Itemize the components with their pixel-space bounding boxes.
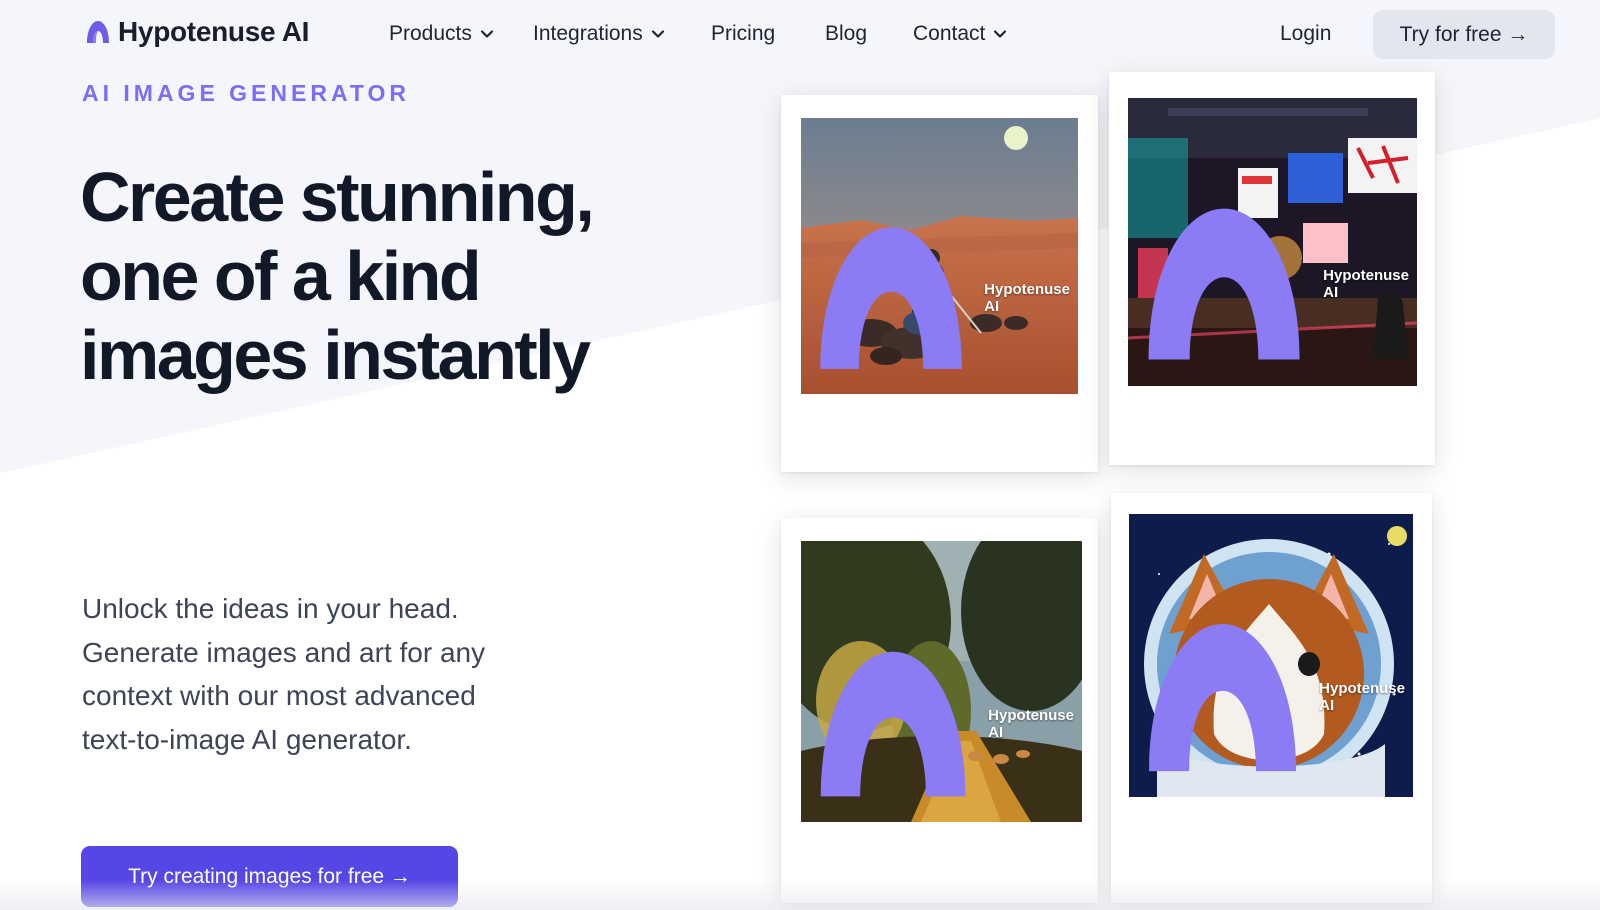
nav-blog-label: Blog — [825, 22, 868, 45]
login-link[interactable]: Login — [1280, 22, 1331, 46]
chevron-down-icon — [994, 30, 1007, 38]
nav-pricing-label: Pricing — [711, 22, 776, 45]
hero-headline: Create stunning, one of a kind images in… — [80, 158, 595, 394]
top-nav: Hypotenuse AI Products Integrations Pric… — [0, 0, 1600, 70]
watermark: Hypotenuse AI — [1128, 188, 1409, 380]
hero-subtext: Unlock the ideas in your head. Generate … — [82, 593, 486, 755]
logo-icon — [820, 227, 962, 369]
nav-integrations-label: Integrations — [533, 22, 643, 45]
watermark: Hypotenuse AI — [1129, 604, 1405, 791]
logo-icon — [87, 21, 109, 43]
logo-icon — [1148, 208, 1300, 360]
gallery-card-forest: Hypotenuse AI — [781, 518, 1098, 903]
watermark: Hypotenuse AI — [801, 208, 1070, 388]
gallery-image-neon-bar: Hypotenuse AI — [1128, 98, 1417, 386]
try-for-free-label: Try for free → — [1399, 22, 1529, 46]
nav-integrations[interactable]: Integrations — [533, 22, 665, 46]
watermark-text: Hypotenuse AI — [1323, 266, 1409, 301]
eyebrow-label: AI IMAGE GENERATOR — [82, 80, 410, 106]
try-for-free-button[interactable]: Try for free → — [1373, 10, 1555, 59]
nav-contact[interactable]: Contact — [913, 22, 1007, 46]
gallery-image-forest: Hypotenuse AI — [801, 541, 1082, 822]
watermark-text: Hypotenuse AI — [988, 706, 1074, 741]
watermark: Hypotenuse AI — [801, 632, 1074, 816]
gallery-image-desert: Hypotenuse AI — [801, 118, 1078, 394]
logo[interactable]: Hypotenuse AI — [84, 16, 309, 48]
watermark-text: Hypotenuse AI — [984, 280, 1070, 315]
nav-products[interactable]: Products — [389, 22, 494, 46]
nav-contact-label: Contact — [913, 22, 986, 45]
logo-text: Hypotenuse AI — [118, 16, 310, 47]
gallery-card-corgi: Hypotenuse AI — [1111, 493, 1432, 903]
nav-pricing[interactable]: Pricing — [711, 22, 775, 46]
gallery-card-desert: Hypotenuse AI — [781, 95, 1098, 472]
gallery-image-corgi: Hypotenuse AI — [1129, 514, 1413, 797]
chevron-down-icon — [651, 30, 664, 38]
logo-icon — [1149, 623, 1297, 771]
gallery-card-neon-bar: Hypotenuse AI — [1109, 72, 1435, 465]
nav-blog[interactable]: Blog — [825, 22, 867, 46]
logo-icon — [820, 651, 966, 797]
chevron-down-icon — [480, 30, 493, 38]
bottom-fade — [0, 880, 1600, 910]
watermark-text: Hypotenuse AI — [1319, 680, 1405, 715]
nav-products-label: Products — [389, 22, 472, 45]
